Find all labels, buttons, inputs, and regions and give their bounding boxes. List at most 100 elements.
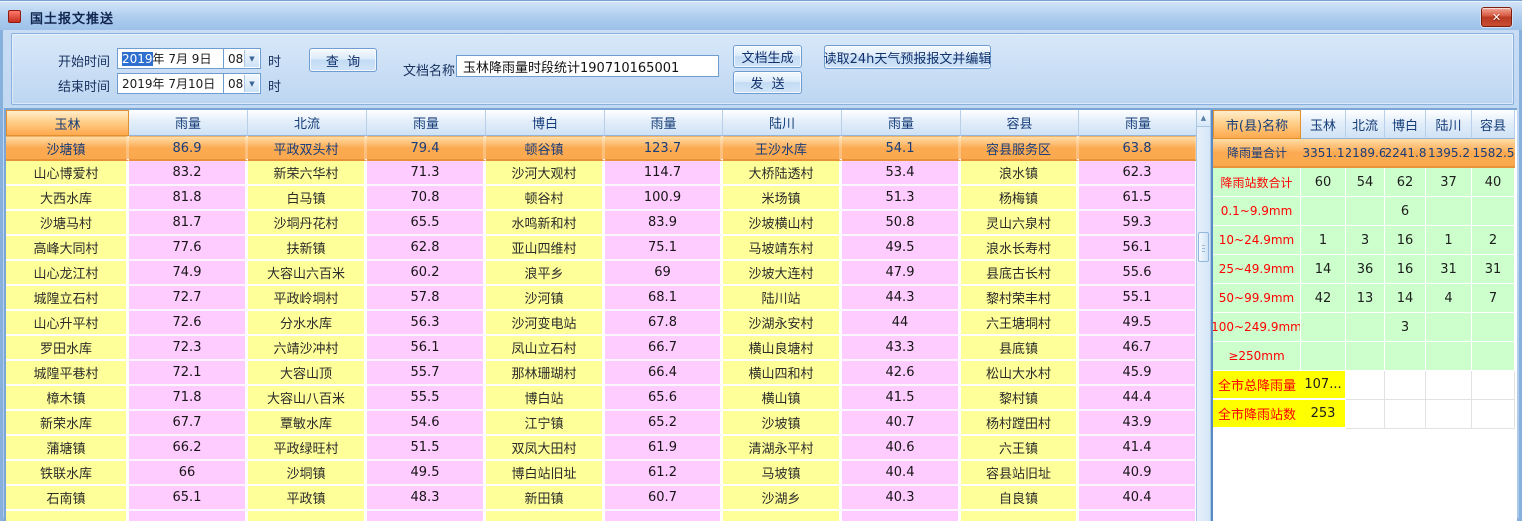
- station-name-cell[interactable]: 横山良塘村: [723, 336, 842, 361]
- summary-value-cell[interactable]: 253: [1301, 400, 1346, 429]
- station-name-cell[interactable]: 双凤大田村: [486, 436, 605, 461]
- station-name-cell[interactable]: 樟木镇: [6, 386, 129, 411]
- summary-row-label[interactable]: 25~49.9mm: [1213, 255, 1301, 284]
- rain-value-cell[interactable]: 53.4: [842, 161, 961, 186]
- rain-value-cell[interactable]: 66.7: [605, 336, 723, 361]
- summary-value-cell[interactable]: [1346, 371, 1385, 400]
- scroll-thumb[interactable]: [1198, 232, 1209, 262]
- summary-value-cell[interactable]: 7: [1472, 284, 1515, 313]
- station-name-cell[interactable]: 高峰大同村: [6, 236, 129, 261]
- station-name-cell[interactable]: 大容山八百米: [248, 386, 367, 411]
- summary-value-cell[interactable]: [1426, 313, 1472, 342]
- rain-value-cell[interactable]: 41.4: [1079, 436, 1196, 461]
- summary-row-label[interactable]: 100~249.9mm: [1213, 313, 1301, 342]
- station-name-cell[interactable]: 那林珊瑚村: [486, 361, 605, 386]
- station-name-cell[interactable]: 博白站旧址: [486, 461, 605, 486]
- rain-value-cell[interactable]: 71.3: [367, 161, 486, 186]
- summary-value-cell[interactable]: [1472, 197, 1515, 226]
- rain-value-cell[interactable]: 56.1: [1079, 236, 1196, 261]
- partial-row-cell[interactable]: [6, 511, 129, 521]
- column-header[interactable]: 雨量: [842, 110, 961, 136]
- close-button[interactable]: ✕: [1481, 7, 1512, 27]
- partial-row-cell[interactable]: [842, 511, 961, 521]
- rain-value-cell[interactable]: 55.5: [367, 386, 486, 411]
- station-name-cell[interactable]: 城隍平巷村: [6, 361, 129, 386]
- summary-value-cell[interactable]: 40: [1472, 168, 1515, 197]
- rain-value-cell[interactable]: 55.6: [1079, 261, 1196, 286]
- summary-value-cell[interactable]: [1385, 371, 1426, 400]
- station-name-cell[interactable]: 分水水库: [248, 311, 367, 336]
- summary-value-cell[interactable]: [1472, 342, 1515, 371]
- rain-value-cell[interactable]: 83.2: [129, 161, 248, 186]
- rain-value-cell[interactable]: 100.9: [605, 186, 723, 211]
- summary-value-cell[interactable]: [1472, 371, 1515, 400]
- rain-value-cell[interactable]: 81.7: [129, 211, 248, 236]
- summary-value-cell[interactable]: [1346, 400, 1385, 429]
- summary-value-cell[interactable]: 14: [1301, 255, 1346, 284]
- station-name-cell[interactable]: 浪平乡: [486, 261, 605, 286]
- rain-value-cell[interactable]: 67.8: [605, 311, 723, 336]
- send-button[interactable]: 发 送: [733, 71, 802, 94]
- rain-value-cell[interactable]: 56.1: [367, 336, 486, 361]
- summary-header-city[interactable]: 容县: [1472, 110, 1515, 139]
- station-name-cell[interactable]: 沙湖永安村: [723, 311, 842, 336]
- station-name-cell[interactable]: 沙河大观村: [486, 161, 605, 186]
- station-name-cell[interactable]: 沙坡镇: [723, 411, 842, 436]
- rain-value-cell[interactable]: 75.1: [605, 236, 723, 261]
- summary-row-label[interactable]: 0.1~9.9mm: [1213, 197, 1301, 226]
- summary-value-cell[interactable]: 3351.1: [1301, 139, 1346, 168]
- rain-value-cell[interactable]: 67.7: [129, 411, 248, 436]
- rain-value-cell[interactable]: 51.3: [842, 186, 961, 211]
- station-name-cell[interactable]: 马坡靖东村: [723, 236, 842, 261]
- rain-value-cell[interactable]: 40.7: [842, 411, 961, 436]
- summary-value-cell[interactable]: 36: [1346, 255, 1385, 284]
- station-name-cell[interactable]: 浪水长寿村: [961, 236, 1079, 261]
- chevron-down-icon[interactable]: ▼: [244, 75, 259, 92]
- rain-value-cell[interactable]: 46.7: [1079, 336, 1196, 361]
- summary-value-cell[interactable]: [1301, 313, 1346, 342]
- rain-value-cell[interactable]: 72.1: [129, 361, 248, 386]
- rain-value-cell[interactable]: 66: [129, 461, 248, 486]
- partial-row-cell[interactable]: [129, 511, 248, 521]
- rain-value-cell[interactable]: 55.7: [367, 361, 486, 386]
- rain-value-cell[interactable]: 40.9: [1079, 461, 1196, 486]
- station-name-cell[interactable]: 沙坡大连村: [723, 261, 842, 286]
- start-hour-combo[interactable]: 08 ▼: [223, 48, 261, 69]
- rain-value-cell[interactable]: 65.2: [605, 411, 723, 436]
- summary-value-cell[interactable]: [1426, 371, 1472, 400]
- generate-doc-button[interactable]: 文档生成: [733, 45, 802, 68]
- summary-value-cell[interactable]: 2189.6: [1346, 139, 1385, 168]
- station-name-cell[interactable]: 大西水库: [6, 186, 129, 211]
- summary-header-city[interactable]: 博白: [1385, 110, 1426, 139]
- station-name-cell[interactable]: 平政双头村: [248, 136, 367, 161]
- station-name-cell[interactable]: 江宁镇: [486, 411, 605, 436]
- query-button[interactable]: 查 询: [309, 48, 377, 72]
- station-name-cell[interactable]: 沙河镇: [486, 286, 605, 311]
- rain-value-cell[interactable]: 47.9: [842, 261, 961, 286]
- rain-value-cell[interactable]: 48.3: [367, 486, 486, 511]
- rain-value-cell[interactable]: 54.6: [367, 411, 486, 436]
- summary-header-city[interactable]: 陆川: [1426, 110, 1472, 139]
- rain-value-cell[interactable]: 49.5: [842, 236, 961, 261]
- station-name-cell[interactable]: 松山大水村: [961, 361, 1079, 386]
- summary-row-label[interactable]: 全市总降雨量: [1213, 371, 1301, 400]
- column-header[interactable]: 雨量: [605, 110, 723, 136]
- station-name-cell[interactable]: 大桥陆透村: [723, 161, 842, 186]
- summary-value-cell[interactable]: 37: [1426, 168, 1472, 197]
- station-name-cell[interactable]: 县底古长村: [961, 261, 1079, 286]
- summary-value-cell[interactable]: 16: [1385, 255, 1426, 284]
- station-name-cell[interactable]: 新田镇: [486, 486, 605, 511]
- rain-value-cell[interactable]: 51.5: [367, 436, 486, 461]
- rain-value-cell[interactable]: 62.8: [367, 236, 486, 261]
- summary-row-label[interactable]: 全市降雨站数: [1213, 400, 1301, 429]
- summary-value-cell[interactable]: 1395.2: [1426, 139, 1472, 168]
- column-header[interactable]: 陆川: [723, 110, 842, 136]
- station-name-cell[interactable]: 蒲塘镇: [6, 436, 129, 461]
- rain-value-cell[interactable]: 86.9: [129, 136, 248, 161]
- rain-value-cell[interactable]: 40.4: [842, 461, 961, 486]
- summary-value-cell[interactable]: [1426, 197, 1472, 226]
- summary-value-cell[interactable]: [1426, 342, 1472, 371]
- scroll-up-button[interactable]: ▲: [1197, 110, 1210, 127]
- rain-value-cell[interactable]: 79.4: [367, 136, 486, 161]
- column-header[interactable]: 雨量: [1079, 110, 1196, 136]
